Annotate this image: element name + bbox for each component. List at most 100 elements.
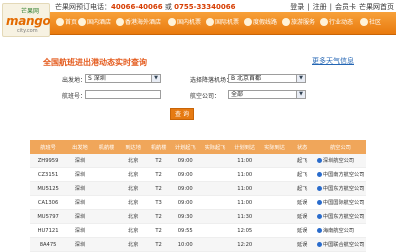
airline-name: 中国国际航空公司 — [322, 200, 365, 206]
dest-terminal-cell: T2 — [146, 237, 171, 252]
flight-no-cell[interactable]: CA1306 — [30, 195, 67, 210]
sched-dep-cell: 10:00 — [170, 237, 201, 252]
column-header: 航班号 — [30, 140, 67, 154]
column-header: 到达地 — [119, 140, 147, 154]
airline-cell[interactable]: 中国联合航空公司 — [314, 237, 366, 252]
status-cell: 起飞 — [289, 154, 315, 168]
status-cell: 延误 — [289, 237, 315, 252]
sched-arr-cell: 11:00 — [229, 167, 260, 182]
airline-name: 中国东方航空公司 — [322, 186, 365, 192]
nav-home[interactable]: 首页 — [56, 17, 77, 27]
origin-terminal-cell — [93, 195, 120, 210]
actual-arr-cell — [259, 195, 290, 210]
dest-cell: 北京 — [119, 154, 147, 168]
origin-terminal-cell — [93, 181, 120, 196]
dest-select[interactable]: B 北京首都 ▼ — [228, 74, 306, 83]
register-link[interactable]: 注册 — [313, 3, 327, 11]
column-header: 实际到达 — [259, 140, 290, 154]
dest-terminal-cell: T3 — [146, 195, 171, 210]
dest-cell: 北京 — [119, 237, 147, 252]
table-row: ZH9959 深圳 北京 T2 09:00 11:00 起飞 深圳航空公司 — [30, 154, 366, 168]
more-weather-link[interactable]: 更多天气信息 — [312, 56, 354, 66]
dest-value: B 北京首都 — [231, 75, 262, 82]
home-icon — [56, 17, 64, 26]
status-cell: 延误 — [289, 195, 315, 210]
home-link[interactable]: 芒果网首页 — [359, 3, 394, 11]
flight-no-input[interactable] — [85, 90, 161, 99]
actual-dep-cell — [200, 167, 230, 182]
table-row: MU5797 深圳 北京 T2 09:30 11:30 延误 中国东方航空公司 — [30, 209, 366, 224]
nav-intl-flight[interactable]: 国际机票 — [206, 17, 239, 27]
origin-select[interactable]: S 深圳 ▼ — [85, 74, 161, 83]
dest-cell: 北京 — [119, 195, 147, 210]
nav-community[interactable]: 社区 — [360, 17, 381, 27]
origin-value: S 深圳 — [88, 75, 106, 82]
sched-dep-cell: 09:00 — [170, 195, 201, 210]
actual-dep-cell — [200, 223, 230, 238]
palm-icon — [244, 17, 252, 26]
flight-no-cell[interactable]: ZH9959 — [30, 154, 67, 168]
nav-overseas-hotel[interactable]: 香港海外酒店 — [116, 17, 161, 27]
flight-no-cell[interactable]: MU5797 — [30, 209, 67, 224]
airline-cell[interactable]: 中国东方航空公司 — [314, 209, 366, 224]
airline-logo-icon — [316, 214, 322, 219]
sched-dep-cell: 09:00 — [170, 154, 201, 168]
search-button[interactable]: 查 询 — [170, 108, 194, 120]
origin-cell: 深圳 — [66, 223, 94, 238]
column-header: 机航楼 — [93, 140, 120, 154]
sched-arr-cell: 12:05 — [229, 223, 260, 238]
column-header: 计划到达 — [229, 140, 260, 154]
dest-terminal-cell: T2 — [146, 181, 171, 196]
sched-arr-cell: 11:00 — [229, 195, 260, 210]
nav-news[interactable]: 行业动态 — [320, 17, 353, 27]
dest-cell: 北京 — [119, 167, 147, 182]
mango-logo[interactable]: 芒果网 mango city.com — [2, 3, 51, 37]
airline-value: 全部 — [231, 91, 244, 98]
table-row: CA1306 深圳 北京 T3 09:00 11:00 延误 中国国际航空公司 — [30, 195, 366, 210]
airline-logo-icon — [316, 186, 322, 191]
origin-cell: 深圳 — [66, 195, 94, 210]
airline-logo-icon — [316, 200, 322, 205]
nav-hotel[interactable]: 国内酒店 — [78, 17, 111, 27]
nav-domestic-flight[interactable]: 国内机票 — [168, 17, 201, 27]
column-header: 航空公司 — [314, 140, 366, 154]
member-card-link[interactable]: 会员卡 — [335, 3, 356, 11]
main-nav: 首页 国内酒店 香港海外酒店 国内机票 国际机票 度假线路 旅游服务 行业动态 … — [50, 12, 396, 35]
plane-icon — [206, 17, 214, 26]
airline-select[interactable]: 全部 ▼ — [228, 90, 306, 99]
airline-name: 海南航空公司 — [322, 228, 355, 234]
hotel-icon — [78, 17, 86, 26]
actual-arr-cell — [259, 209, 290, 224]
hotline-number-1: 40066-40066 — [111, 3, 163, 11]
sched-arr-cell: 11:00 — [229, 154, 260, 168]
airline-cell[interactable]: 中国东方航空公司 — [314, 181, 366, 196]
airline-cell[interactable]: 中国南方航空公司 — [314, 167, 366, 182]
login-link[interactable]: 登录 — [290, 3, 304, 11]
actual-dep-cell — [200, 154, 230, 168]
airline-cell[interactable]: 深圳航空公司 — [314, 154, 366, 168]
airline-name: 中国东方航空公司 — [322, 214, 365, 220]
nav-travel-service[interactable]: 旅游服务 — [282, 17, 315, 27]
service-icon — [282, 17, 290, 26]
plane-icon — [168, 17, 176, 26]
nav-vacation[interactable]: 度假线路 — [244, 17, 277, 27]
airline-cell[interactable]: 海南航空公司 — [314, 223, 366, 238]
flight-no-cell[interactable]: MU5125 — [30, 181, 67, 196]
top-bar: 芒果网 mango city.com 芒果网预订电话：40066-40066 或… — [0, 0, 396, 38]
airline-name: 中国联合航空公司 — [322, 242, 365, 248]
origin-cell: 深圳 — [66, 154, 94, 168]
sched-dep-cell: 09:30 — [170, 209, 201, 224]
status-cell: 延误 — [289, 223, 315, 238]
origin-terminal-cell — [93, 154, 120, 168]
top-links: 登录 | 注册 | 会员卡 芒果网首页 — [287, 2, 394, 12]
table-row: HU7121 深圳 北京 T2 09:55 12:05 延误 海南航空公司 — [30, 223, 366, 238]
flight-no-cell[interactable]: HU7121 — [30, 223, 67, 238]
airline-logo-icon — [316, 172, 322, 177]
dest-cell: 北京 — [119, 209, 147, 224]
flight-no-cell[interactable]: 8A475 — [30, 237, 67, 252]
flight-no-cell[interactable]: CZ3151 — [30, 167, 67, 182]
table-row: CZ3151 深圳 北京 T2 09:00 11:00 起飞 中国南方航空公司 — [30, 167, 366, 182]
column-header: 机航楼 — [146, 140, 171, 154]
airline-cell[interactable]: 中国国际航空公司 — [314, 195, 366, 210]
airline-logo-icon — [316, 242, 322, 247]
